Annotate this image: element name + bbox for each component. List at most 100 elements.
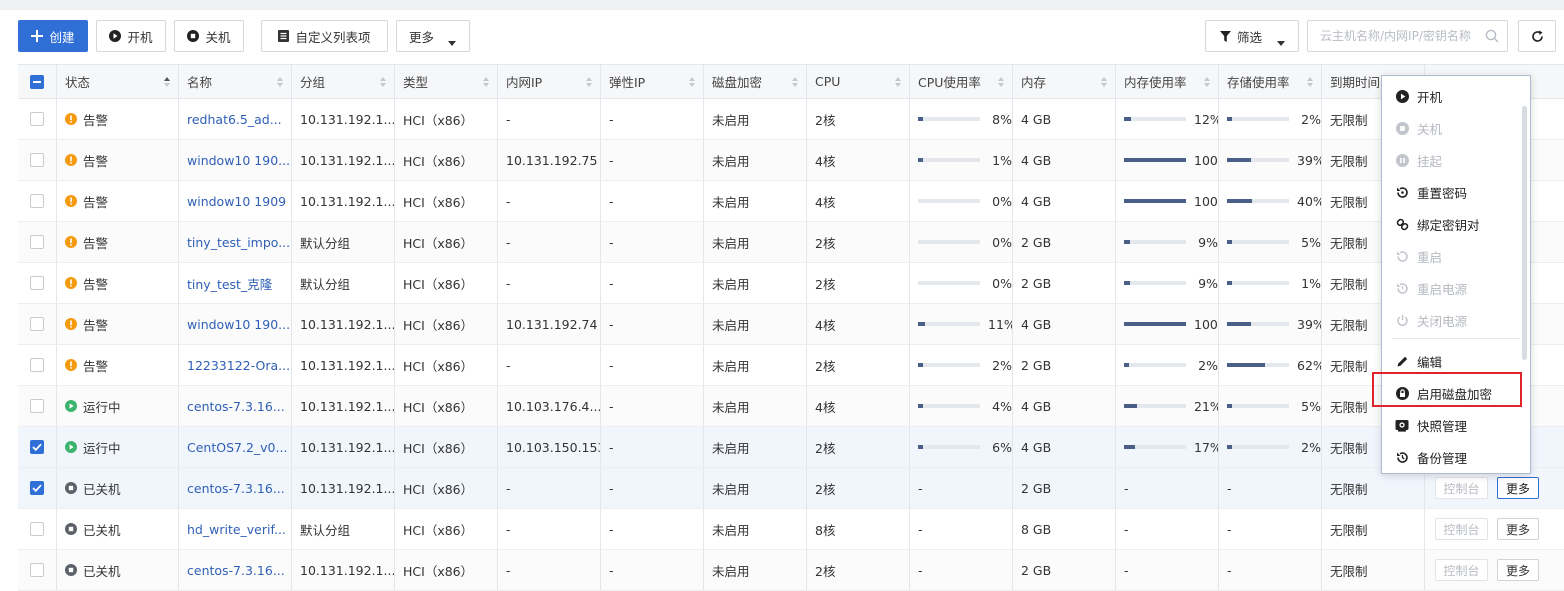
table-row[interactable]: 告警 window10 190... 10.131.192.1... HCI（x86）… [18, 304, 1564, 345]
filter-dropdown[interactable]: 筛选 [1205, 20, 1299, 52]
header-cpu[interactable]: CPU [806, 65, 909, 98]
table-header: 状态 名称 分组 类型 内网IP 弹性IP 磁盘加密 CPU CPU使用率 内存… [18, 64, 1564, 99]
menu-item[interactable]: 开机 [1382, 80, 1522, 112]
cell-ip: - [497, 550, 600, 590]
header-group-label: 分组 [300, 75, 326, 90]
vm-name-link[interactable]: window10 1909 [187, 194, 286, 209]
search-input[interactable] [1308, 21, 1480, 51]
table-row[interactable]: 告警 12233122-Ora... 10.131.192.1... HCI（x86）… [18, 345, 1564, 386]
refresh-button[interactable] [1518, 20, 1556, 52]
mem-usage-bar [1124, 281, 1186, 285]
enc-text: 未启用 [712, 317, 750, 333]
power-off-button[interactable]: 关机 [174, 20, 244, 52]
table-row[interactable]: 告警 window10 1909 10.131.192.1... HCI（x86） - -… [18, 181, 1564, 222]
cell-enc: 未启用 [703, 468, 806, 508]
disk-usage-label: 5% [1301, 234, 1321, 250]
menu-item[interactable]: 快照管理 [1382, 409, 1522, 441]
row-checkbox[interactable] [30, 358, 44, 372]
row-checkbox[interactable] [30, 563, 44, 577]
console-button[interactable]: 控制台 [1435, 477, 1488, 499]
vm-name-link[interactable]: centos-7.3.16... [187, 481, 285, 496]
menu-item[interactable]: 绑定密钥对 [1382, 208, 1522, 240]
stopped-icon [65, 523, 77, 535]
menu-item[interactable]: 重置密码 [1382, 176, 1522, 208]
row-checkbox[interactable] [30, 481, 44, 495]
header-enc[interactable]: 磁盘加密 [703, 65, 806, 98]
expire-text: 无限制 [1330, 317, 1368, 333]
more-dropdown[interactable]: 更多 [396, 20, 470, 52]
cpu-usage-fill [918, 322, 925, 326]
vm-name-link[interactable]: centos-7.3.16... [187, 563, 285, 578]
restart-icon [1395, 249, 1409, 263]
cell-mem_usage: 100% [1115, 140, 1218, 180]
header-mem-usage[interactable]: 内存使用率 [1115, 65, 1218, 98]
row-checkbox[interactable] [30, 235, 44, 249]
row-checkbox[interactable] [30, 153, 44, 167]
vm-name-link[interactable]: window10 190... [187, 153, 290, 168]
menu-item[interactable]: 备份管理 [1382, 441, 1522, 473]
table-row[interactable]: 告警 tiny_test_impo... 默认分组 HCI（x86） - - 未启用 2核 0%… [18, 222, 1564, 263]
header-cpu-usage[interactable]: CPU使用率 [909, 65, 1012, 98]
cell-eip: - [600, 99, 703, 139]
console-button[interactable]: 控制台 [1435, 559, 1488, 581]
header-name[interactable]: 名称 [178, 65, 291, 98]
header-mem[interactable]: 内存 [1012, 65, 1115, 98]
vm-name-link[interactable]: CentOS7.2_v0... [187, 440, 287, 455]
table-row[interactable]: 运行中 centos-7.3.16... 10.131.192.1... HCI（x8… [18, 386, 1564, 427]
cell-mem: 8 GB [1012, 509, 1115, 549]
row-checkbox[interactable] [30, 276, 44, 290]
vm-name-link[interactable]: hd_write_verif... [187, 522, 286, 537]
expire-text: 无限制 [1330, 522, 1368, 538]
more-button[interactable]: 更多 [1497, 518, 1539, 540]
vm-name-link[interactable]: 12233122-Ora... [187, 358, 290, 373]
console-button[interactable]: 控制台 [1435, 518, 1488, 540]
header-status[interactable]: 状态 [56, 65, 178, 98]
table-row[interactable]: 告警 tiny_test_克隆 默认分组 HCI（x86） - - 未启用 2核 0% 2 GB 9… [18, 263, 1564, 304]
cpu-usage-label: 11% [988, 316, 1012, 332]
header-eip[interactable]: 弹性IP [600, 65, 703, 98]
row-checkbox[interactable] [30, 112, 44, 126]
header-group[interactable]: 分组 [291, 65, 394, 98]
status-text: 运行中 [83, 399, 121, 415]
enc-text: 未启用 [712, 112, 750, 128]
disk-usage-bar [1227, 240, 1289, 244]
cell-mem: 4 GB [1012, 99, 1115, 139]
cpu-text: 2核 [815, 563, 836, 579]
row-checkbox[interactable] [30, 194, 44, 208]
vm-name-link[interactable]: tiny_test_impo... [187, 235, 290, 250]
more-button[interactable]: 更多 [1497, 477, 1539, 499]
vm-name-link[interactable]: tiny_test_克隆 [187, 274, 272, 293]
row-checkbox[interactable] [30, 399, 44, 413]
cell-cpu_usage: - [909, 550, 1012, 590]
select-all-checkbox[interactable] [30, 74, 44, 89]
table-row[interactable]: 已关机 centos-7.3.16... 10.131.192.1... HCI（x8… [18, 468, 1564, 509]
search-icon[interactable] [1485, 29, 1499, 46]
vm-name-link[interactable]: centos-7.3.16... [187, 399, 285, 414]
row-checkbox[interactable] [30, 440, 44, 454]
menu-item: 挂起 [1382, 144, 1522, 176]
power-on-button[interactable]: 开机 [96, 20, 166, 52]
header-disk-usage[interactable]: 存储使用率 [1218, 65, 1321, 98]
table-row[interactable]: 已关机 hd_write_verif... 默认分组 HCI（x86） - - 未启用 8核 -… [18, 509, 1564, 550]
header-ip[interactable]: 内网IP [497, 65, 600, 98]
row-checkbox[interactable] [30, 317, 44, 331]
edit-icon [1395, 354, 1409, 368]
vm-name-link[interactable]: window10 190... [187, 317, 290, 332]
more-button[interactable]: 更多 [1497, 559, 1539, 581]
type-text: HCI（x86） [403, 358, 474, 374]
group-text: 默认分组 [300, 522, 351, 538]
row-checkbox[interactable] [30, 522, 44, 536]
table-row[interactable]: 运行中 CentOS7.2_v0... 10.131.192.1... HCI（x86… [18, 427, 1564, 468]
header-type[interactable]: 类型 [394, 65, 497, 98]
sort-icon [792, 77, 798, 87]
status-text: 已关机 [83, 481, 121, 497]
table-row[interactable]: 告警 window10 190... 10.131.192.1... HCI（x86）… [18, 140, 1564, 181]
vm-name-link[interactable]: redhat6.5_ad... [187, 112, 282, 127]
create-button[interactable]: 创建 [18, 20, 88, 52]
menu-scrollbar[interactable] [1522, 106, 1527, 360]
disk-usage-label: - [1227, 521, 1232, 537]
eip-text: - [609, 234, 614, 250]
custom-columns-button[interactable]: 自定义列表项 [261, 20, 388, 52]
table-row[interactable]: 已关机 centos-7.3.16... 10.131.192.1... HCI（x8… [18, 550, 1564, 591]
table-row[interactable]: 告警 redhat6.5_ad... 10.131.192.1... HCI（x86）… [18, 99, 1564, 140]
